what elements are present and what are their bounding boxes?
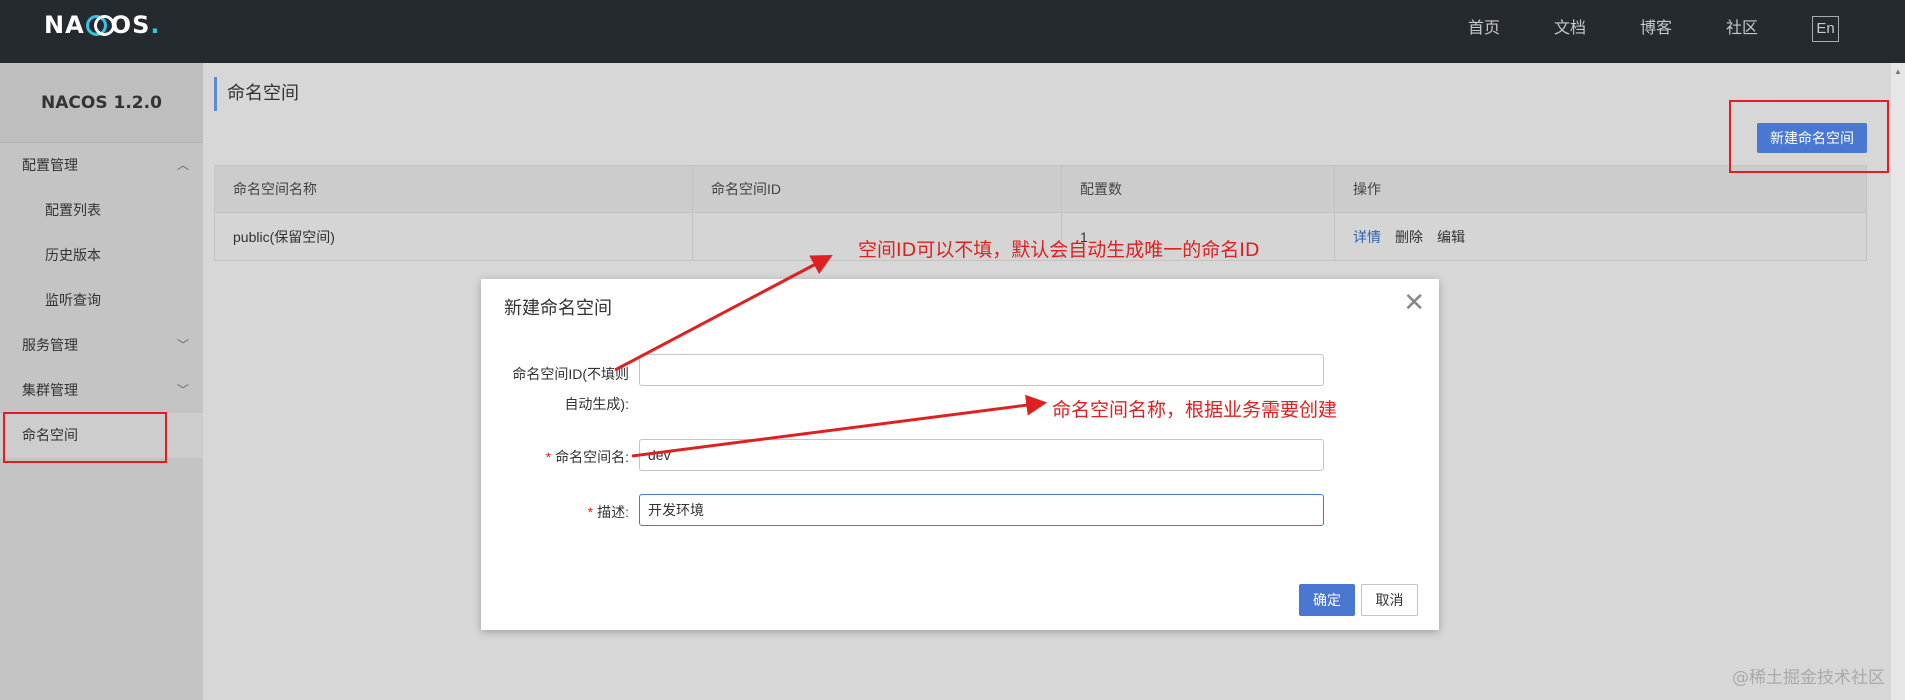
namespace-name-label: * 命名空间名: bbox=[501, 445, 629, 469]
page-scrollbar[interactable]: ▲ bbox=[1891, 63, 1905, 700]
logo-text-b: OS bbox=[110, 11, 151, 39]
close-icon[interactable]: ✕ bbox=[1403, 287, 1425, 317]
column-header: 配置数 bbox=[1062, 166, 1335, 212]
language-toggle[interactable]: En bbox=[1812, 16, 1839, 42]
annotation-name-note: 命名空间名称，根据业务需要创建 bbox=[1052, 399, 1338, 421]
sidebar-version: NACOS 1.2.0 bbox=[0, 63, 203, 143]
highlight-new-button-box bbox=[1729, 100, 1889, 173]
logo-dot: . bbox=[150, 11, 161, 39]
delete-link[interactable]: 删除 bbox=[1395, 227, 1423, 247]
dialog-title: 新建命名空间 bbox=[504, 298, 612, 318]
new-namespace-dialog: 新建命名空间 ✕ 命名空间ID(不填则 自动生成): *命名空间名: *描述: … bbox=[481, 279, 1439, 630]
scroll-up-icon[interactable]: ▲ bbox=[1894, 67, 1902, 76]
sidebar-item-config-list[interactable]: 配置列表 bbox=[0, 188, 203, 233]
nav-docs[interactable]: 文档 bbox=[1554, 18, 1586, 40]
column-header: 命名空间名称 bbox=[215, 166, 693, 212]
cancel-button[interactable]: 取消 bbox=[1361, 584, 1418, 616]
sidebar-group-service[interactable]: 服务管理 ﹀ bbox=[0, 323, 203, 368]
column-header: 命名空间ID bbox=[693, 166, 1062, 212]
nacos-logo[interactable]: NA OS. bbox=[44, 11, 161, 39]
namespace-id-input[interactable] bbox=[639, 354, 1324, 386]
nav-blog[interactable]: 博客 bbox=[1640, 18, 1672, 40]
watermark: @稀土掘金技术社区 bbox=[1732, 668, 1885, 688]
logo-text-a: NA bbox=[44, 11, 85, 39]
sidebar-group-config[interactable]: 配置管理 ︿ bbox=[0, 143, 203, 188]
required-mark: * bbox=[587, 504, 594, 520]
label-line: 命名空间ID(不填则 bbox=[512, 366, 629, 382]
edit-link[interactable]: 编辑 bbox=[1437, 227, 1465, 247]
sidebar-group-label: 服务管理 bbox=[22, 337, 78, 353]
highlight-namespace-menu-box bbox=[3, 412, 167, 463]
namespace-name-input[interactable] bbox=[639, 439, 1324, 471]
nav-home[interactable]: 首页 bbox=[1468, 18, 1500, 40]
top-nav: 首页 文档 博客 社区 En bbox=[1468, 16, 1905, 42]
label-text: 命名空间名: bbox=[555, 449, 629, 465]
description-input[interactable] bbox=[639, 494, 1324, 526]
sidebar-item-history[interactable]: 历史版本 bbox=[0, 233, 203, 278]
namespace-id-label: 命名空间ID(不填则 自动生成): bbox=[501, 359, 629, 419]
chevron-down-icon: ﹀ bbox=[176, 383, 189, 397]
chevron-down-icon: ﹀ bbox=[176, 338, 189, 352]
actions-cell: 详情 删除 编辑 bbox=[1335, 213, 1866, 260]
label-text: 描述: bbox=[597, 504, 629, 520]
sidebar-group-label: 集群管理 bbox=[22, 382, 78, 398]
required-mark: * bbox=[545, 449, 552, 465]
chevron-up-icon: ︿ bbox=[176, 158, 189, 172]
nav-community[interactable]: 社区 bbox=[1726, 18, 1758, 40]
description-label: * 描述: bbox=[501, 500, 629, 524]
sidebar-item-listener[interactable]: 监听查询 bbox=[0, 278, 203, 323]
namespace-name-cell: public(保留空间) bbox=[215, 213, 693, 260]
label-line: 自动生成): bbox=[564, 396, 629, 412]
confirm-button[interactable]: 确定 bbox=[1299, 584, 1355, 616]
sidebar: NACOS 1.2.0 配置管理 ︿ 配置列表 历史版本 监听查询 服务管理 ﹀… bbox=[0, 63, 203, 700]
top-bar: NA OS. 首页 文档 博客 社区 En bbox=[0, 0, 1905, 63]
table-header-row: 命名空间名称 命名空间ID 配置数 操作 bbox=[215, 166, 1866, 213]
details-link[interactable]: 详情 bbox=[1353, 227, 1381, 247]
logo-rings-icon bbox=[85, 14, 115, 36]
page-title: 命名空间 bbox=[214, 77, 299, 111]
annotation-id-note: 空间ID可以不填，默认会自动生成唯一的命名ID bbox=[858, 239, 1260, 261]
sidebar-group-label: 配置管理 bbox=[22, 157, 78, 173]
sidebar-group-cluster[interactable]: 集群管理 ﹀ bbox=[0, 368, 203, 413]
